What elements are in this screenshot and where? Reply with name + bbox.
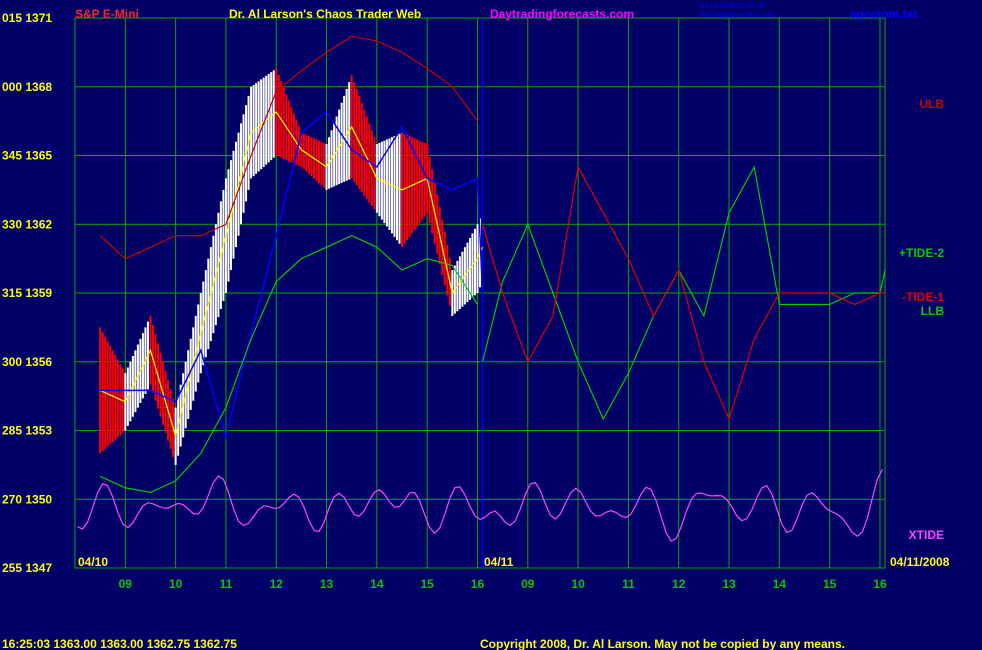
y-tick-label: 300 1356 [2, 355, 52, 369]
y-tick-label: 000 1368 [2, 80, 52, 94]
x-tick-label: 15 [420, 577, 434, 591]
x-tick-label: 16 [873, 577, 887, 591]
right-label-llb: LLB [921, 304, 945, 318]
right-label--tide-2: +TIDE-2 [899, 246, 944, 260]
y-tick-label: 315 1359 [2, 286, 52, 300]
y-tick-label: 255 1347 [2, 561, 52, 575]
x-tick-label: 12 [270, 577, 284, 591]
x-tick-label: 09 [119, 577, 133, 591]
x-tick-label: 13 [722, 577, 736, 591]
chaos-trader-chart: ULB +TIDE-2 -TIDE-1LLB XTIDE 255 1347 270 13… [0, 0, 982, 650]
y-tick-label: 270 1350 [2, 492, 52, 506]
y-tick-label: 330 1362 [2, 217, 52, 231]
x-tick-label: 10 [571, 577, 585, 591]
x-tick-label: 09 [521, 577, 535, 591]
x-tick-label: 10 [169, 577, 183, 591]
right-label-ulb: ULB [919, 97, 944, 111]
date-label-start: 04/10 [78, 555, 108, 569]
copyright-notice: Copyright 2008, Dr. Al Larson. May not b… [480, 637, 845, 650]
footer-quote: 16:25:03 1363.00 1363.00 1362.75 1362.75 [2, 637, 237, 650]
right-label-xtide: XTIDE [909, 528, 944, 542]
date-label-end: 04/11/2008 [890, 555, 950, 569]
chart-title: Dr. Al Larson's Chaos Trader Web [229, 7, 421, 21]
y-tick-label: 285 1353 [2, 424, 52, 438]
x-tick-label: 11 [622, 577, 635, 591]
y-tick-label: 015 1371 [2, 11, 52, 25]
timestamp-line-1: 04/10/2008 20:30 UT [700, 3, 766, 10]
y-tick-label: 345 1365 [2, 149, 52, 163]
x-tick-label: 14 [773, 577, 787, 591]
date-label-mid: 04/11 [484, 555, 514, 569]
timestamp-line-2: 04/10/2008 15:30 Local [700, 12, 774, 19]
symbol-title: S&P E-Mini [75, 7, 139, 21]
x-tick-label: 14 [370, 577, 384, 591]
x-tick-label: 16 [471, 577, 485, 591]
x-tick-label: 11 [220, 577, 233, 591]
x-tick-label: 13 [320, 577, 334, 591]
file-name: spcctom.txt [850, 7, 917, 21]
x-tick-label: 15 [823, 577, 837, 591]
right-label--tide-1: -TIDE-1 [902, 290, 944, 304]
x-tick-label: 12 [672, 577, 686, 591]
site-link[interactable]: Daytradingforecasts.com [490, 7, 634, 21]
